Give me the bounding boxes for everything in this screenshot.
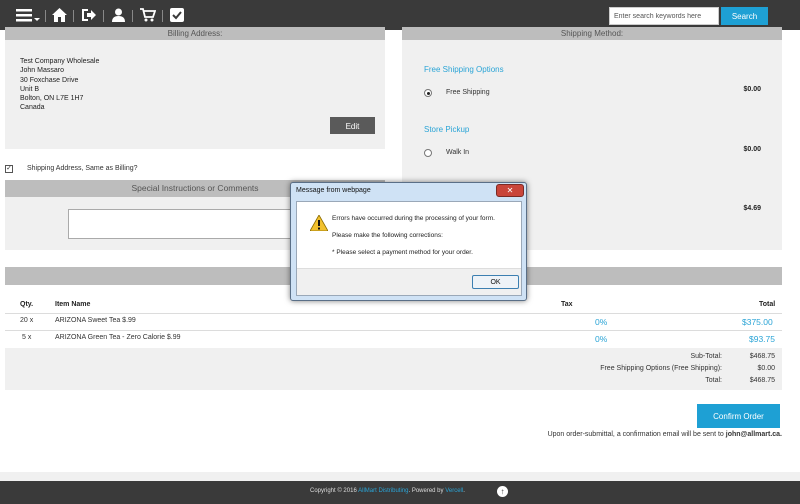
home-icon[interactable] [52, 6, 67, 24]
same-as-billing-label: Shipping Address, Same as Billing? [27, 165, 138, 172]
address-line: Canada [20, 104, 45, 112]
message-dialog: Message from webpage ✕ Errors have occur… [290, 182, 527, 301]
search-input[interactable] [609, 7, 719, 25]
footer-period: . [463, 488, 465, 494]
same-as-billing-checkbox[interactable]: ✓ [5, 165, 13, 173]
user-account-icon[interactable] [112, 6, 125, 24]
row-item-name: ARIZONA Sweet Tea $.99 [55, 317, 136, 324]
divider [5, 330, 782, 331]
company-link[interactable]: AllMart Distributing [358, 488, 408, 494]
divider [132, 10, 133, 22]
divider [45, 10, 46, 22]
dialog-message-line: Errors have occurred during the processi… [332, 215, 495, 222]
row-item-name: ARIZONA Green Tea - Zero Calorie $.99 [55, 334, 181, 341]
address-line: 30 Foxchase Drive [20, 76, 79, 84]
search-button[interactable]: Search [721, 7, 768, 25]
edit-billing-button[interactable]: Edit [330, 117, 375, 134]
top-navigation-bar: Search [0, 0, 800, 30]
divider [103, 10, 104, 22]
address-line: Test Company Wholesale [20, 58, 100, 65]
divider [73, 10, 74, 22]
menu-icon[interactable] [16, 6, 40, 24]
note-text: Upon order-submittal, a confirmation ema… [547, 431, 724, 438]
row-tax: 0% [595, 317, 608, 327]
scroll-to-top-icon[interactable]: ↑ [497, 486, 508, 497]
billing-address-text: Test Company Wholesale John Massaro 30 F… [20, 57, 99, 113]
shipping-option-label: Walk In [446, 149, 470, 156]
divider [5, 313, 782, 314]
shipping-total-value: $0.00 [757, 365, 775, 372]
dialog-message-line: * Please select a payment method for you… [332, 249, 473, 256]
subtotal-value: $468.75 [749, 353, 775, 360]
dialog-ok-button[interactable]: OK [472, 275, 519, 289]
footer-copyright: Copyright © 2016 AllMart Distributing. P… [310, 488, 465, 494]
shipping-option-price: $0.00 [743, 86, 761, 93]
row-total: $93.75 [749, 334, 775, 344]
shipping-option-price: $4.69 [743, 205, 761, 212]
column-total: Total [759, 301, 776, 308]
shipping-total-label: Free Shipping Options (Free Shipping): [600, 365, 722, 372]
grand-total-label: Total: [705, 377, 722, 384]
billing-address-header: Billing Address: [5, 27, 385, 40]
dialog-message-line: Please make the following corrections: [332, 232, 443, 239]
vendor-link[interactable]: Vercell [445, 488, 463, 494]
row-qty: 20 x [20, 317, 34, 324]
shopping-cart-icon[interactable] [140, 6, 156, 24]
shipping-option-label: Free Shipping [446, 89, 490, 96]
dialog-body: Errors have occurred during the processi… [296, 201, 522, 296]
column-tax: Tax [561, 301, 573, 308]
grand-total-value: $468.75 [749, 377, 775, 384]
shipping-option-price: $0.00 [743, 146, 761, 153]
row-qty: 5 x [22, 334, 32, 341]
row-total: $375.00 [742, 317, 773, 327]
address-line: Unit B [20, 85, 40, 93]
walk-in-radio[interactable] [424, 149, 432, 157]
powered-text: . Powered by [408, 488, 444, 494]
column-qty: Qty. [20, 301, 34, 308]
copyright-text: Copyright © 2016 [310, 488, 357, 494]
special-instructions-textarea[interactable] [68, 209, 308, 239]
subtotal-label: Sub-Total: [690, 353, 722, 360]
address-line: Bolton, ON L7E 1H7 [20, 95, 84, 103]
shipping-group-title: Store Pickup [424, 125, 470, 134]
logout-icon[interactable] [81, 6, 96, 24]
warning-icon [309, 214, 329, 236]
confirmation-email-note: Upon order-submittal, a confirmation ema… [548, 431, 782, 438]
divider [162, 10, 163, 22]
dialog-close-button[interactable]: ✕ [496, 184, 524, 197]
dialog-footer: OK [297, 268, 521, 295]
free-shipping-radio[interactable] [424, 89, 432, 97]
row-tax: 0% [595, 334, 608, 344]
shipping-method-header: Shipping Method: [402, 27, 782, 40]
confirm-order-button[interactable]: Confirm Order [697, 404, 780, 428]
checkout-check-icon[interactable] [170, 6, 184, 24]
address-line: John Massaro [20, 67, 64, 75]
shipping-group-title: Free Shipping Options [424, 65, 504, 74]
dialog-title: Message from webpage [296, 187, 371, 194]
column-item-name: Item Name [55, 301, 91, 308]
footer: Copyright © 2016 AllMart Distributing. P… [0, 481, 800, 504]
note-email: john@allmart.ca. [725, 431, 782, 438]
